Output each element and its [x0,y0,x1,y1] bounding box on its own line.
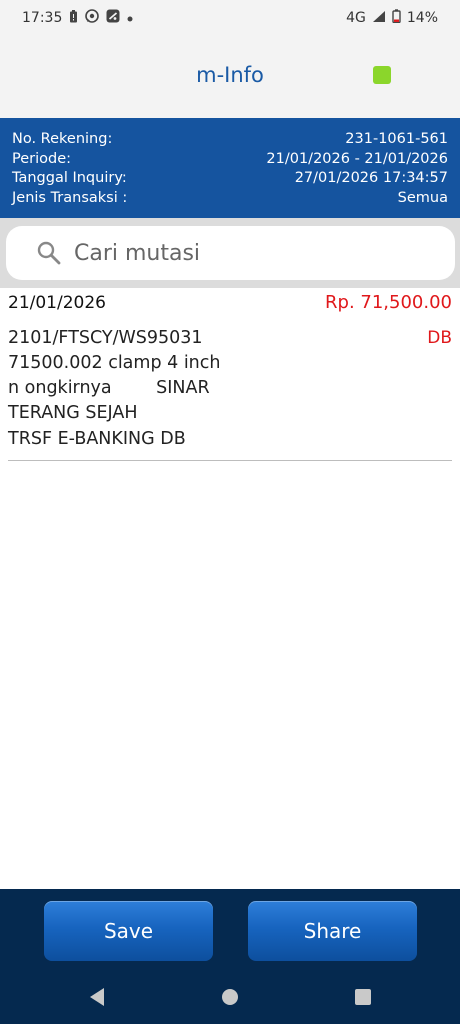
jenis-label: Jenis Transaksi : [12,189,128,206]
status-right: 4G 14% [346,9,438,27]
info-row-jenis: Jenis Transaksi : Semua [12,189,448,209]
signal-icon [372,10,386,27]
app-notification-icon [106,9,120,27]
tanggal-value: 27/01/2026 17:34:57 [294,170,448,186]
rekening-value: 231-1061-561 [345,131,448,147]
app-header: m-Info [0,36,460,118]
periode-label: Periode: [12,150,72,167]
search-box[interactable] [6,226,455,280]
transaction-date: 21/01/2026 [8,293,106,313]
status-indicator [373,66,391,84]
search-input[interactable] [74,236,434,270]
transaction-description: 2101/FTSCY/WS95031 71500.002 clamp 4 inc… [8,328,221,423]
system-nav-bar [0,979,460,1024]
battery-percent: 14% [406,10,438,26]
save-button[interactable]: Save [44,901,213,961]
whatsapp-icon [85,9,100,27]
jenis-value: Semua [397,189,448,206]
info-row-rekening: No. Rekening: 231-1061-561 [12,130,448,150]
home-icon[interactable] [222,989,238,1005]
search-icon [36,240,62,270]
bottom-action-bar: Save Share [0,889,460,1024]
account-info-panel: No. Rekening: 231-1061-561 Periode: 21/0… [0,118,460,218]
recent-apps-icon[interactable] [355,989,371,1005]
transaction-amount: Rp. 71,500.00 [325,292,452,313]
share-button[interactable]: Share [248,901,417,961]
divider [8,460,452,461]
network-type: 4G [346,10,366,26]
dot-icon [127,10,133,26]
transaction-type: DB [427,328,452,348]
tanggal-label: Tanggal Inquiry: [12,170,127,186]
periode-value: 21/01/2026 - 21/01/2026 [266,150,448,167]
battery-alert-icon [69,9,78,27]
page-title: m-Info [196,63,264,87]
rekening-label: No. Rekening: [12,131,113,147]
transaction-channel: TRSF E-BANKING DB [8,429,186,449]
status-time: 17:35 [22,10,63,26]
battery-icon [392,9,401,27]
status-bar: 17:35 4G 14% [0,0,460,36]
transaction-list: 21/01/2026 Rp. 71,500.00 DB 2101/FTSCY/W… [0,288,460,889]
info-row-tanggal: Tanggal Inquiry: 27/01/2026 17:34:57 [12,169,448,189]
search-bar [0,218,460,288]
status-left: 17:35 [22,9,133,27]
info-row-periode: Periode: 21/01/2026 - 21/01/2026 [12,150,448,170]
back-icon[interactable] [88,987,106,1011]
